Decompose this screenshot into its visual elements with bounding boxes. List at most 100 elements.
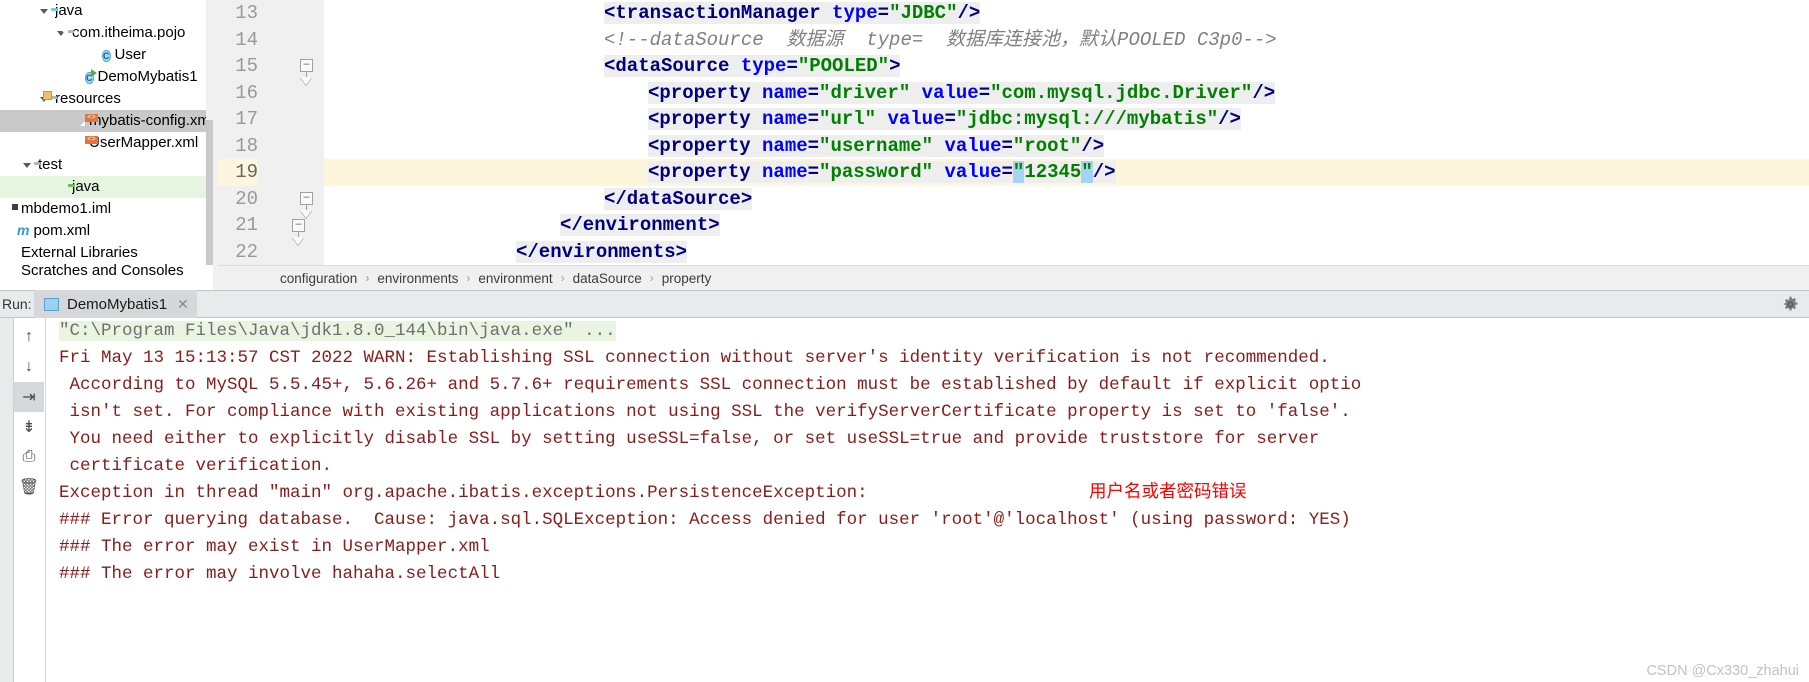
code-line-15[interactable]: <dataSource type="POOLED">	[324, 53, 1809, 80]
console-line-text: You need either to explicitly disable SS…	[59, 429, 1320, 449]
code-token: =	[807, 108, 820, 130]
tree-item-pom-xml[interactable]: m pom.xml	[0, 220, 218, 242]
tree-item-label: Scratches and Consoles	[21, 264, 184, 278]
fold-marker-line15[interactable]	[300, 59, 313, 72]
tree-item-label: com.itheima.pojo	[72, 24, 186, 41]
console-output[interactable]: "C:\Program Files\Java\jdk1.8.0_144\bin\…	[47, 318, 1809, 682]
scroll-to-end-icon[interactable]: ⇟	[14, 412, 44, 442]
tree-item-com-itheima-pojo[interactable]: com.itheima.pojo	[0, 22, 218, 44]
line-number: 16	[235, 81, 258, 104]
print-icon[interactable]: ⎙	[14, 442, 44, 472]
code-token: "	[1012, 161, 1025, 183]
code-token: =	[1001, 161, 1013, 183]
tree-item-java[interactable]: java	[0, 0, 218, 22]
code-line-13[interactable]: <transactionManager type="JDBC"/>	[324, 0, 1809, 27]
code-token: 12345	[1024, 161, 1082, 183]
trash-icon[interactable]: 🗑	[14, 472, 44, 502]
code-text-area[interactable]: <transactionManager type="JDBC"/> <!--dat…	[324, 0, 1809, 265]
code-line-content: <!--dataSource 数据源 type= 数据库连接池，默认POOLED…	[604, 29, 1277, 51]
fold-end-arrow-line20[interactable]	[300, 210, 313, 218]
console-line: certificate verification.	[59, 453, 1809, 480]
breadcrumb-item-property[interactable]: property	[662, 271, 712, 286]
chevron-down-icon[interactable]	[38, 0, 51, 22]
soft-wrap-icon[interactable]: ⇥	[14, 382, 44, 412]
tree-item-external-libraries[interactable]: External Libraries	[0, 242, 218, 264]
breadcrumb-item-datasource[interactable]: dataSource	[573, 271, 642, 286]
tree-item-resources[interactable]: resources	[0, 88, 218, 110]
code-token: <transactionManager	[604, 2, 833, 24]
up-arrow-icon[interactable]: ↑	[14, 322, 44, 352]
code-line-content: </environment>	[560, 214, 720, 236]
breadcrumb[interactable]: configuration › environments › environment › d…	[218, 265, 1809, 290]
code-line-content: <property name="password" value="12345"/…	[648, 161, 1116, 183]
tree-item-scratches-and-consoles[interactable]: Scratches and Consoles	[0, 264, 218, 278]
breadcrumb-separator: ›	[560, 271, 565, 285]
line-number: 18	[235, 134, 258, 157]
tree-item-user[interactable]: C User	[0, 44, 218, 66]
code-editor[interactable]: 13 14 15 16 17 181920 21 22 <transactionManager…	[218, 0, 1809, 265]
code-line-20[interactable]: </dataSource>	[324, 186, 1809, 213]
code-token: />	[1252, 81, 1276, 104]
tree-item-label: mbdemo1.iml	[21, 200, 112, 217]
code-token: "com.mysql.jdbc.Driver"	[990, 81, 1253, 104]
code-line-17[interactable]: <property name="url" value="jdbc:mysql:/…	[324, 106, 1809, 133]
project-tree-panel[interactable]: java com.itheima.pojo C User C DemoMybatis1 re…	[0, 0, 218, 290]
code-line-14[interactable]: <!--dataSource 数据源 type= 数据库连接池，默认POOLED…	[324, 27, 1809, 54]
chevron-down-icon[interactable]	[55, 22, 68, 44]
project-tree-scrollbar-thumb[interactable]	[206, 120, 213, 265]
code-token: =	[786, 55, 798, 77]
tree-item-label: pom.xml	[33, 222, 91, 239]
line-number: 15	[235, 55, 258, 77]
code-token: name	[762, 161, 808, 183]
code-token: =	[877, 2, 890, 24]
tree-item-test[interactable]: test	[0, 154, 218, 176]
line-number: 21	[235, 214, 258, 236]
run-tab-demomybatis1[interactable]: DemoMybatis1 ✕	[34, 290, 197, 318]
fold-end-arrow-line15[interactable]	[300, 77, 313, 85]
code-token: "root"	[1012, 134, 1082, 157]
breadcrumb-item-environment[interactable]: environment	[478, 271, 552, 286]
code-line-content: <transactionManager type="JDBC"/>	[604, 2, 981, 24]
code-token: </environment>	[560, 214, 720, 236]
fold-marker-line21[interactable]	[292, 219, 305, 232]
tree-item-usermapper-xml[interactable]: UserMapper.xml	[0, 132, 218, 154]
close-icon[interactable]: ✕	[177, 296, 189, 313]
code-token: value	[944, 134, 1002, 157]
console-line-text: ### The error may exist in UserMapper.xm…	[59, 537, 490, 557]
code-line-21[interactable]: </environment>	[324, 212, 1809, 239]
code-token: </dataSource>	[604, 187, 753, 210]
console-toolbar[interactable]: ↑ ↓ ⇥ ⇟ ⎙ 🗑	[14, 318, 46, 682]
tree-item-demomybatis1[interactable]: C DemoMybatis1	[0, 66, 218, 88]
tree-item-mybatis-config-xml[interactable]: mybatis-config.xml	[0, 110, 218, 132]
breadcrumb-item-environments[interactable]: environments	[377, 271, 458, 286]
tree-item-mbdemo1-iml[interactable]: mbdemo1.iml	[0, 198, 218, 220]
code-line-content: </environments>	[516, 240, 688, 263]
code-line-16[interactable]: <property name="driver" value="com.mysql…	[324, 80, 1809, 107]
console-line: "C:\Program Files\Java\jdk1.8.0_144\bin\…	[59, 318, 1809, 345]
tree-item-java[interactable]: java	[0, 176, 218, 198]
run-window-left-rail	[0, 318, 14, 682]
code-line-22[interactable]: </environments>	[324, 239, 1809, 266]
tree-item-label: resources	[55, 90, 121, 107]
line-number: 14	[235, 28, 258, 51]
down-arrow-icon[interactable]: ↓	[14, 352, 44, 382]
chevron-down-icon[interactable]	[21, 154, 34, 176]
code-token: </environments>	[516, 240, 688, 263]
code-folding-gutter[interactable]	[264, 0, 324, 265]
gear-icon[interactable]	[1782, 296, 1799, 313]
error-annotation: 用户名或者密码错误	[1089, 483, 1247, 503]
tree-arrow-spacer	[89, 44, 102, 66]
code-line-18[interactable]: <property name="username" value="root"/>	[324, 133, 1809, 160]
tree-arrow-spacer	[4, 264, 17, 278]
code-token: "url"	[819, 108, 877, 130]
fold-marker-line20[interactable]	[300, 192, 313, 205]
fold-end-arrow-line21[interactable]	[292, 237, 305, 245]
tree-arrow-spacer	[4, 220, 17, 242]
code-line-19[interactable]: <property name="password" value="12345"/…	[324, 159, 1809, 186]
code-token: "driver"	[819, 81, 911, 104]
breadcrumb-item-configuration[interactable]: configuration	[280, 271, 357, 286]
code-token: "POOLED"	[797, 55, 890, 77]
